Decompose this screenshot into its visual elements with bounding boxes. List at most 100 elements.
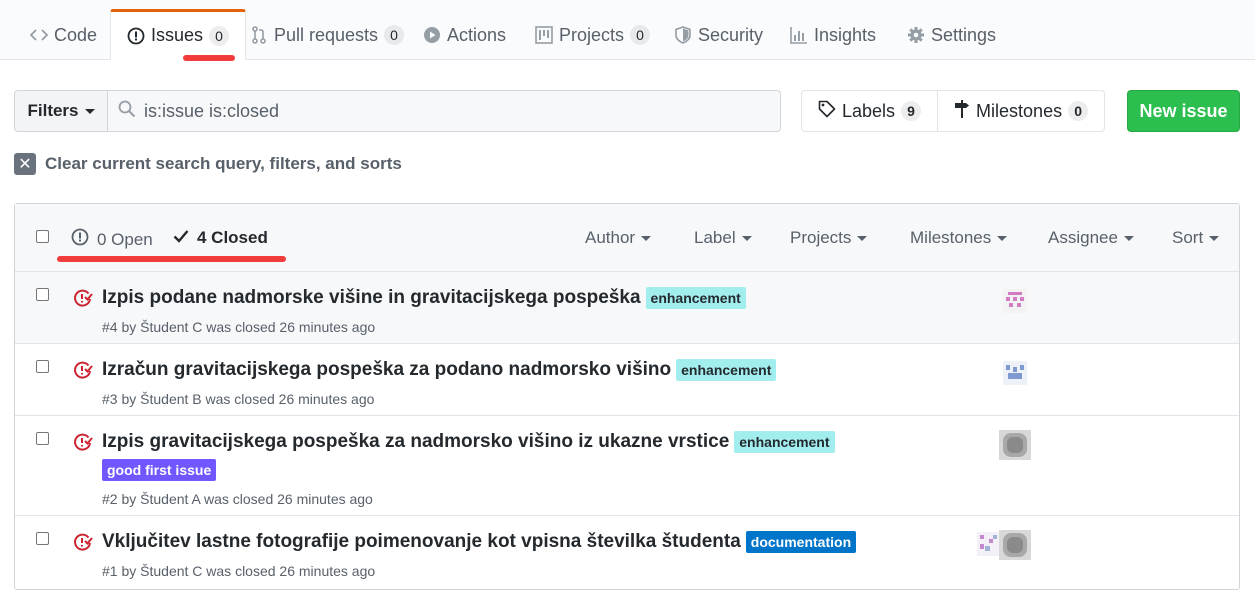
tag-icon: [818, 100, 836, 123]
closed-issues-label: 4 Closed: [197, 228, 268, 247]
caret-down-icon: [997, 235, 1008, 241]
tab-label: Issues: [151, 25, 204, 45]
projects-filter[interactable]: Projects: [790, 228, 868, 248]
assignee-avatar[interactable]: [999, 430, 1031, 460]
issue-row[interactable]: Izpis gravitacijskega pospeška za nadmor…: [15, 416, 1239, 516]
check-icon: [173, 228, 189, 248]
issue-title-line: Vključitev lastne fotografije poimenovan…: [102, 531, 857, 553]
issue-title-line: Izpis gravitacijskega pospeška za nadmor…: [102, 431, 835, 453]
search-icon: [118, 100, 136, 123]
issue-label[interactable]: enhancement: [676, 359, 777, 381]
assignee-avatar[interactable]: [1003, 361, 1027, 385]
project-icon: [535, 26, 553, 44]
caret-down-icon: [641, 235, 652, 241]
author-filter-label: Author: [585, 228, 636, 247]
issue-row[interactable]: Izračun gravitacijskega pospeška za poda…: [15, 344, 1239, 416]
sort-filter-label: Sort: [1172, 228, 1204, 247]
issue-label[interactable]: documentation: [745, 531, 857, 553]
label-filter[interactable]: Label: [694, 228, 752, 248]
issue-meta: #1 by Študent C was closed 26 minutes ag…: [102, 563, 376, 579]
issue-meta: #2 by Študent A was closed 26 minutes ag…: [102, 491, 373, 507]
issue-title-link[interactable]: Izračun gravitacijskega pospeška za poda…: [102, 359, 671, 381]
tab-label: Security: [698, 24, 764, 45]
projects-count: 0: [630, 25, 651, 45]
issue-checkbox[interactable]: [36, 288, 49, 301]
issue-label-line: good first issue: [102, 459, 217, 481]
milestones-filter[interactable]: Milestones: [910, 228, 1008, 248]
issue-row[interactable]: Vključitev lastne fotografije poimenovan…: [15, 516, 1239, 590]
shield-icon: [674, 26, 692, 44]
issue-row[interactable]: Izpis podane nadmorske višine in gravita…: [15, 272, 1239, 344]
issue-opened-icon: [71, 228, 89, 251]
issue-closed-icon: [73, 532, 93, 557]
closed-issues-link[interactable]: 4 Closed: [173, 228, 268, 248]
tab-label: Insights: [814, 24, 877, 45]
tab-projects[interactable]: Projects 0: [519, 10, 666, 60]
caret-down-icon: [1123, 235, 1134, 241]
clear-filters-link[interactable]: ✕ Clear current search query, filters, a…: [14, 153, 402, 175]
new-issue-button[interactable]: New issue: [1127, 90, 1240, 132]
issue-label[interactable]: good first issue: [102, 459, 217, 481]
milestones-label: Milestones: [976, 100, 1063, 121]
milestones-filter-label: Milestones: [910, 228, 992, 247]
play-icon: [423, 26, 441, 44]
tab-settings[interactable]: Settings: [891, 10, 1012, 60]
tab-security[interactable]: Security: [658, 10, 779, 60]
tab-pull-requests[interactable]: Pull requests 0: [234, 10, 420, 60]
annotation-underline-issues: [183, 55, 235, 61]
issue-title-link[interactable]: Vključitev lastne fotografije poimenovan…: [102, 531, 741, 553]
search-bar[interactable]: [107, 90, 781, 132]
tab-label: Projects: [559, 24, 625, 45]
issue-checkbox[interactable]: [36, 432, 49, 445]
pull-requests-count: 0: [384, 25, 405, 45]
close-icon: ✕: [14, 153, 36, 175]
milestones-button[interactable]: Milestones 0: [937, 91, 1104, 131]
issue-checkbox[interactable]: [36, 532, 49, 545]
code-icon: [30, 26, 48, 44]
issue-checkbox[interactable]: [36, 360, 49, 373]
issue-meta: #3 by Študent B was closed 26 minutes ag…: [102, 391, 375, 407]
git-pull-request-icon: [250, 26, 268, 44]
milestones-count: 0: [1068, 101, 1089, 121]
assignee-avatar[interactable]: [977, 532, 1001, 556]
open-issues-link[interactable]: 0 Open: [71, 228, 153, 251]
open-issues-label: 0 Open: [97, 229, 153, 249]
projects-filter-label: Projects: [790, 228, 852, 247]
labels-button[interactable]: Labels 9: [802, 91, 937, 131]
issue-closed-icon: [73, 432, 93, 457]
search-input[interactable]: [144, 100, 744, 122]
issue-opened-icon: [127, 27, 145, 45]
select-all-checkbox[interactable]: [36, 230, 49, 243]
issue-title-line: Izračun gravitacijskega pospeška za poda…: [102, 359, 777, 381]
assignee-filter[interactable]: Assignee: [1048, 228, 1134, 248]
issue-label[interactable]: enhancement: [645, 287, 746, 309]
assignee-filter-label: Assignee: [1048, 228, 1118, 247]
clear-filters-label: Clear current search query, filters, and…: [45, 154, 402, 173]
labels-count: 9: [901, 101, 922, 121]
tab-code[interactable]: Code: [14, 10, 113, 60]
annotation-underline-state: [57, 256, 286, 262]
graph-icon: [790, 26, 808, 44]
assignee-avatar[interactable]: [1003, 289, 1027, 313]
tab-label: Pull requests: [274, 24, 379, 45]
issue-title-link[interactable]: Izpis gravitacijskega pospeška za nadmor…: [102, 431, 729, 453]
sort-filter[interactable]: Sort: [1172, 228, 1220, 248]
filters-label: Filters: [27, 101, 79, 120]
tab-actions[interactable]: Actions: [407, 10, 522, 60]
tab-insights[interactable]: Insights: [774, 10, 892, 60]
filters-button[interactable]: Filters: [14, 90, 108, 132]
tab-label: Actions: [447, 24, 507, 45]
labels-label: Labels: [842, 100, 896, 121]
tab-label: Code: [54, 24, 98, 45]
label-filter-label: Label: [694, 228, 736, 247]
issues-count: 0: [209, 25, 230, 46]
milestone-icon: [954, 99, 970, 123]
caret-down-icon: [857, 235, 868, 241]
issue-closed-icon: [73, 360, 93, 385]
issue-meta: #4 by Študent C was closed 26 minutes ag…: [102, 319, 376, 335]
assignee-avatar[interactable]: [999, 530, 1031, 560]
issue-title-link[interactable]: Izpis podane nadmorske višine in gravita…: [102, 287, 641, 309]
tab-issues[interactable]: Issues 0: [110, 9, 247, 60]
issue-label[interactable]: enhancement: [734, 431, 835, 453]
author-filter[interactable]: Author: [585, 228, 652, 248]
